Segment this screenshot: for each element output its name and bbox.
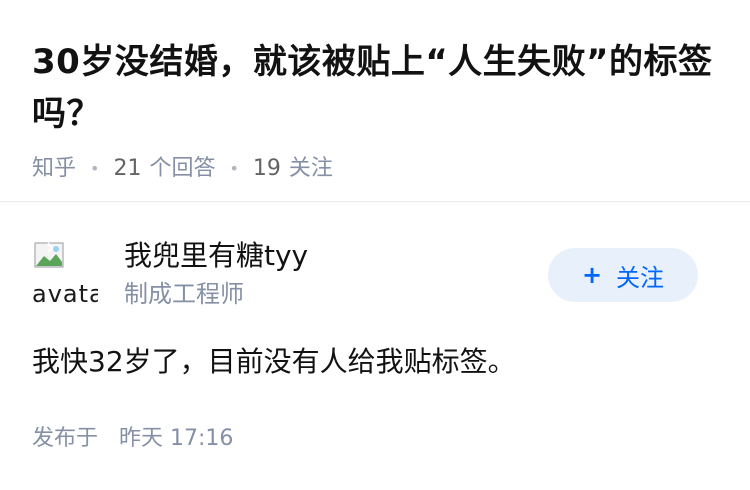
question-title[interactable]: 30岁没结婚，就该被贴上“人生失败”的标签吗？ [32,36,718,140]
question-header: 30岁没结婚，就该被贴上“人生失败”的标签吗？ 知乎 • 21 个回答 • 19… [0,0,750,202]
question-source[interactable]: 知乎 [32,154,76,184]
broken-image-icon [34,242,64,268]
author-row: avatar 我兜里有糖tyy 制成工程师 + 关注 [32,238,718,318]
published-label: 发布于 [32,426,99,451]
answer-card: avatar 我兜里有糖tyy 制成工程师 + 关注 我快32岁了，目前没有人给… [0,202,750,490]
follow-button-label: 关注 [616,263,665,292]
dot-separator-icon: • [229,159,239,178]
answer-footer: 发布于 昨天 17:16 [32,424,233,454]
author-description: 制成工程师 [124,280,244,308]
published-time: 昨天 17:16 [119,426,234,451]
follower-count: 19 [252,156,281,181]
question-meta: 知乎 • 21 个回答 • 19 关注 [32,154,718,184]
answer-count-label[interactable]: 个回答 [149,154,215,184]
author-name[interactable]: 我兜里有糖tyy [124,238,308,274]
plus-icon: + [581,261,603,289]
answer-content[interactable]: 我快32岁了，目前没有人给我贴标签。 [32,342,516,382]
avatar[interactable]: avatar [32,240,98,306]
dot-separator-icon: • [90,159,100,178]
avatar-alt-text: avatar [32,280,98,306]
follower-count-label[interactable]: 关注 [289,154,333,184]
follow-button[interactable]: + 关注 [548,248,698,302]
answer-count: 21 [113,156,142,181]
